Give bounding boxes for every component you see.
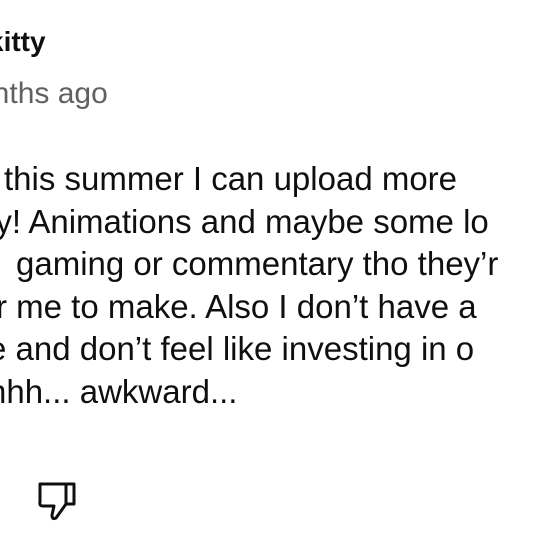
comment-author[interactable]: kitty	[0, 26, 46, 58]
comment-body-line: hhh... awkward...	[0, 372, 238, 410]
comment-body-line: r me to make. Also I don’t have a	[0, 287, 477, 325]
comment-body-line: e and don’t feel like investing in o	[0, 330, 475, 367]
thumbs-down-icon	[38, 482, 76, 521]
comment-timestamp[interactable]: onths ago	[0, 77, 108, 111]
comment-body-line: this summer I can upload more	[4, 160, 458, 197]
comment-body-line: ly! Animations and maybe some lo	[0, 202, 489, 240]
comment-body: this summer I can upload more ly! Animat…	[0, 158, 560, 413]
comment-card: kitty onths ago this summer I can upload…	[0, 0, 560, 560]
comment-body-line: gaming or commentary tho they’r	[16, 245, 499, 282]
dislike-button[interactable]	[36, 478, 80, 522]
